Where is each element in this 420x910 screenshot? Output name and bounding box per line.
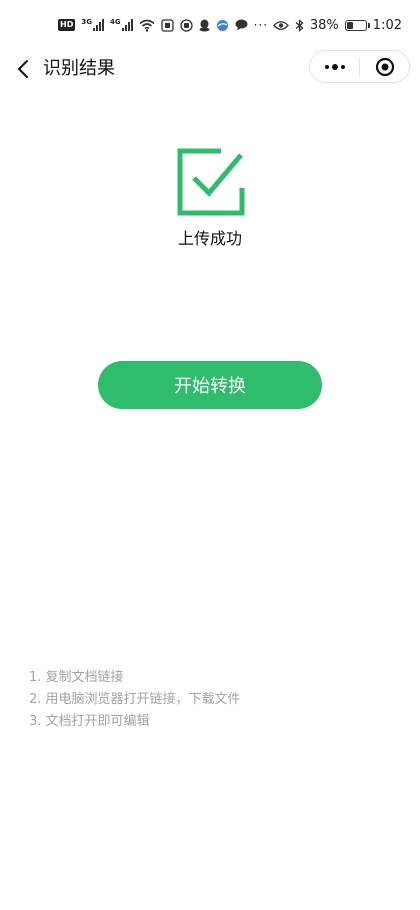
more-dots-icon	[324, 63, 345, 70]
status-bar: HD 3G 4G ··· 38% 1:02	[0, 0, 420, 50]
bluetooth-icon	[295, 18, 304, 32]
chevron-left-icon	[18, 60, 28, 78]
hd-voice-icon: HD	[58, 19, 76, 31]
message-icon	[235, 18, 248, 32]
eye-comfort-icon	[273, 18, 289, 32]
signal-3g-icon: 3G	[81, 18, 104, 32]
status-bar-right: 38% 1:02	[273, 18, 402, 33]
clock: 1:02	[372, 17, 402, 33]
back-button[interactable]	[8, 54, 38, 84]
checkbox-checked-icon	[177, 148, 245, 216]
browser-icon	[216, 18, 229, 32]
more-options-button[interactable]	[310, 51, 359, 82]
instruction-item: 1. 复制文档链接	[29, 670, 124, 685]
more-notifications-icon: ···	[253, 18, 269, 32]
qq-icon	[199, 18, 210, 32]
bot-notification-icon	[179, 18, 193, 32]
instruction-item: 2. 用电脑浏览器打开链接，下载文件	[29, 692, 241, 707]
miniprogram-capsule	[309, 50, 410, 83]
instruction-item: 3. 文档打开即可编辑	[29, 714, 150, 729]
app-notification-icon	[160, 18, 174, 32]
signal-4g-icon: 4G	[110, 18, 133, 32]
battery-percent: 38%	[309, 17, 339, 33]
nav-bar: 识别结果	[0, 50, 420, 88]
close-miniprogram-button[interactable]	[360, 51, 409, 82]
target-close-icon	[375, 57, 394, 76]
battery-icon	[344, 19, 370, 31]
start-conversion-button[interactable]: 开始转换	[98, 361, 322, 409]
page-title: 识别结果	[43, 58, 115, 79]
status-bar-left: HD 3G 4G ···	[58, 18, 268, 32]
instructions-list: 1. 复制文档链接 2. 用电脑浏览器打开链接，下载文件 3. 文档打开即可编辑	[29, 667, 241, 733]
upload-success-text: 上传成功	[177, 229, 242, 248]
wifi-icon	[139, 18, 155, 32]
